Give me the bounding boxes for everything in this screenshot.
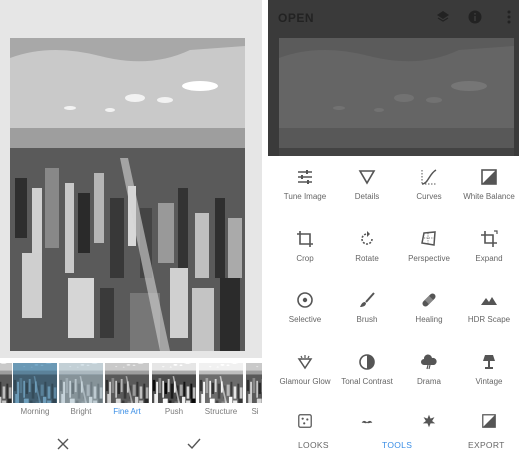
cloud-icon [421,354,437,370]
target-icon [297,292,313,308]
tool-label: Drama [416,377,441,386]
info-icon [468,10,482,24]
curves-icon [421,169,437,185]
tools-grid: Tune Image Details Curves White Balance … [268,160,519,428]
tool-label: Rotate [355,254,379,263]
tool-tonal-contrast[interactable]: Tonal Contrast [336,349,398,409]
tool-label: Selective [288,315,322,324]
stack-icon [437,11,449,22]
tool-healing[interactable]: Healing [398,287,460,347]
filter-thumbnail [199,363,243,403]
tools-panel: OPEN Tune Image Details Curves White Bal… [268,0,519,460]
tool-label: Crop [296,254,314,263]
more-vert-icon [507,10,511,24]
filter-thumbnail [13,363,57,403]
info-button[interactable] [466,8,484,26]
tab-tools[interactable]: TOOLS [382,440,412,450]
tab-export[interactable]: EXPORT [468,440,505,450]
splat-icon [422,414,436,428]
filter-thumbnail [246,363,262,403]
photo-preview [10,38,245,351]
tool-label: Glamour Glow [279,377,331,386]
looks-editor-panel: ow Morning Bright Fine Art Push Structur… [0,0,262,460]
filter-thumbnail [0,363,12,403]
tool-details[interactable]: Details [336,164,398,224]
brush-icon [360,292,375,307]
tool-label: Curves [416,192,442,201]
filter-label: Si [251,407,259,416]
tool-label: Perspective [408,254,450,263]
tool-grunge[interactable] [398,410,460,428]
crop-icon [297,231,313,247]
filter-thumbnail [59,363,103,403]
diamond-icon [297,355,313,370]
tool-black-white[interactable] [458,410,519,428]
sliders-icon [298,170,312,184]
app-root: ow Morning Bright Fine Art Push Structur… [0,0,519,460]
tool-expand[interactable]: Expand [458,226,519,286]
tool-label: HDR Scape [467,315,511,324]
tool-selective[interactable]: Selective [274,287,336,347]
tool-brush[interactable]: Brush [336,287,398,347]
tool-vintage[interactable]: Vintage [458,349,519,409]
more-button[interactable] [500,8,518,26]
open-button[interactable]: OPEN [278,11,314,25]
filter-thumbnail [152,363,196,403]
filter-item[interactable]: Si [246,363,262,418]
perspective-icon [421,231,436,246]
cancel-button[interactable] [49,432,77,456]
tool-label: Tonal Contrast [341,377,393,386]
mountain-icon [481,297,497,305]
tool-retrolux[interactable] [336,410,398,428]
editor-actions [0,428,262,460]
triangle-icon [358,170,376,185]
photo-bw-icon [482,414,496,428]
looks-history-button[interactable] [434,8,452,26]
tab-looks[interactable]: LOOKS [298,440,329,450]
dimmed-photo [279,38,514,156]
tool-crop[interactable]: Crop [274,226,336,286]
tonal-icon [359,354,375,370]
tool-label: Healing [415,315,443,324]
tool-drama[interactable]: Drama [398,349,460,409]
tool-rotate[interactable]: Rotate [336,226,398,286]
tool-tune-image[interactable]: Tune Image [274,164,336,224]
dimmed-header: OPEN [268,0,519,156]
tool-hdr-scape[interactable]: HDR Scape [458,287,519,347]
bandage-icon [422,293,436,307]
tool-label: Vintage [475,377,503,386]
tool-label: Tune Image [283,192,327,201]
rotate-icon [361,231,373,245]
grain-icon [298,414,312,428]
check-icon [187,438,201,450]
close-icon [57,438,69,450]
lamp-icon [483,355,495,369]
expand-icon [481,230,498,247]
tool-label: Brush [356,315,378,324]
white-balance-icon [481,169,497,185]
filter-thumbnail [105,363,149,403]
tool-label: Expand [475,254,503,263]
bottom-nav: LOOKS TOOLS EXPORT [268,428,519,460]
apply-button[interactable] [180,432,208,456]
tool-perspective[interactable]: Perspective [398,226,460,286]
tool-label: White Balance [463,192,515,201]
tool-curves[interactable]: Curves [398,164,460,224]
filter-strip[interactable]: ow Morning Bright Fine Art Push Structur… [0,358,262,428]
tool-grainy-film[interactable] [274,410,336,428]
tool-label: Details [354,192,380,201]
tool-glamour-glow[interactable]: Glamour Glow [274,349,336,409]
tool-white-balance[interactable]: White Balance [458,164,519,224]
